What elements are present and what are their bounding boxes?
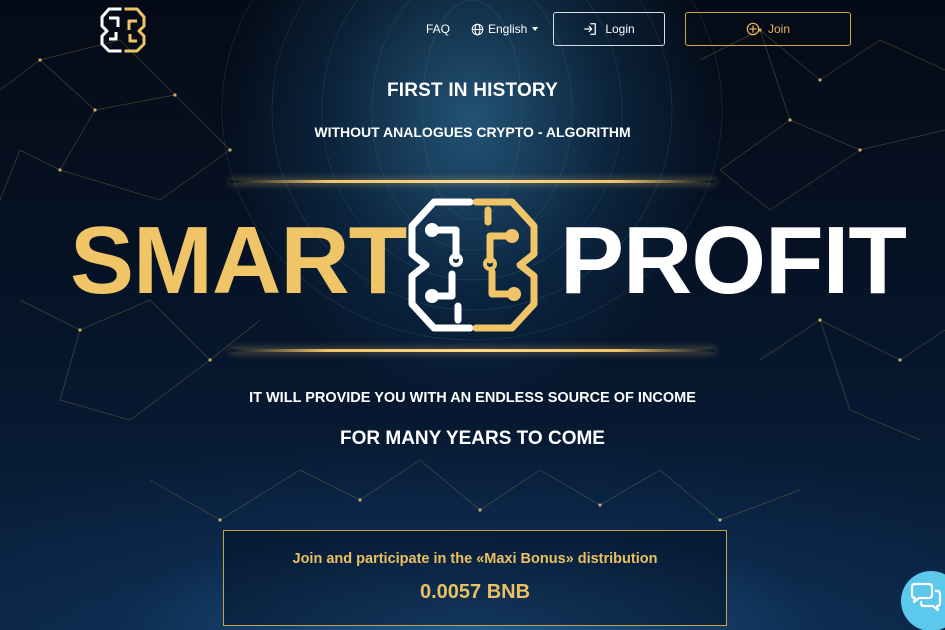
plus-circle-icon — [746, 22, 760, 36]
brand-word-profit: PROFIT — [560, 207, 907, 314]
language-label: English — [488, 22, 528, 36]
login-button[interactable]: Login — [553, 12, 665, 46]
brand-logo-large-icon — [408, 198, 538, 332]
gold-divider-top — [230, 180, 715, 183]
years-tagline: FOR MANY YEARS TO COME — [340, 428, 605, 449]
login-button-label: Login — [605, 22, 635, 36]
join-button[interactable]: Join — [685, 12, 851, 46]
join-button-label: Join — [767, 22, 790, 36]
language-selector[interactable]: English — [471, 22, 539, 36]
gold-divider-bottom — [230, 349, 715, 352]
nav-faq-link[interactable]: FAQ — [426, 22, 450, 36]
chat-bubbles-icon — [910, 582, 942, 612]
without-analogues-subheading: WITHOUT ANALOGUES CRYPTO - ALGORITHM — [314, 124, 631, 140]
login-arrow-icon — [584, 23, 597, 35]
brand-word-smart: SMART — [70, 207, 407, 314]
maxi-bonus-amount: 0.0057 BNB — [419, 581, 531, 603]
brand-logo-icon[interactable] — [98, 6, 148, 54]
maxi-bonus-panel: Join and participate in the «Maxi Bonus»… — [223, 530, 727, 626]
first-in-history-heading: FIRST IN HISTORY — [386, 80, 559, 101]
income-tagline: IT WILL PROVIDE YOU WITH AN ENDLESS SOUR… — [249, 390, 696, 406]
maxi-bonus-text: Join and participate in the «Maxi Bonus»… — [292, 551, 658, 567]
globe-icon — [471, 23, 484, 35]
chevron-down-icon — [532, 27, 539, 31]
